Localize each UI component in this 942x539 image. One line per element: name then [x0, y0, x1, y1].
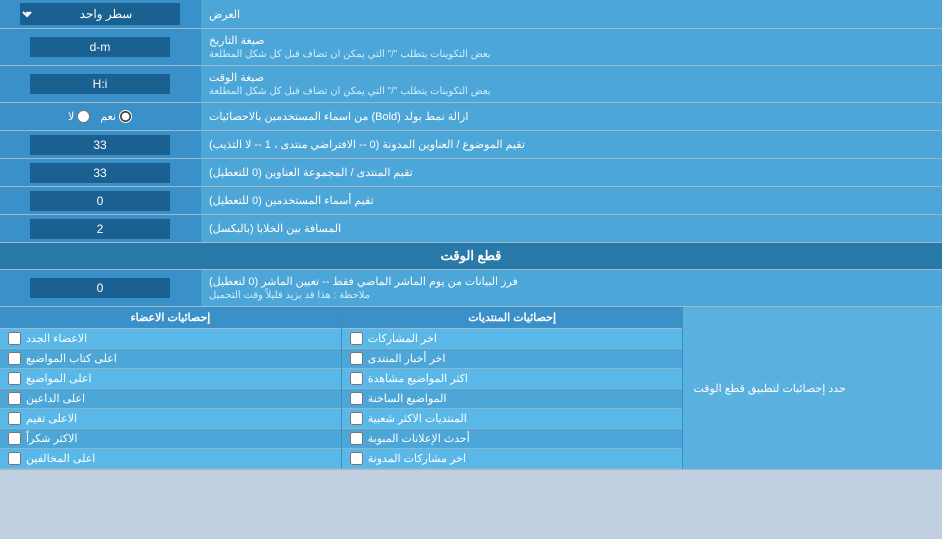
- stats-left-check-0[interactable]: [8, 332, 21, 345]
- stats-middle-item-0: اخر المشاركات: [342, 329, 683, 349]
- stats-left-check-4[interactable]: [8, 412, 21, 425]
- main-container: العرض سطر واحد متعدد صيغة التاريخ بعض ال…: [0, 0, 942, 470]
- display-label: العرض: [200, 0, 942, 28]
- stats-middle-item-4: المنتديات الاكثر شعبية: [342, 409, 683, 429]
- single-line-select[interactable]: سطر واحد متعدد: [20, 3, 180, 25]
- time-format-input-cell: [0, 66, 200, 102]
- users-order-row: تقيم أسماء المستخدمين (0 للتعطيل): [0, 187, 942, 215]
- stats-left-item-4: الاعلى تقيم: [0, 409, 341, 429]
- single-line-select-wrapper: سطر واحد متعدد: [20, 3, 180, 25]
- stats-middle-item-1: اخر أخبار المنتدى: [342, 349, 683, 369]
- forum-order-input-cell: [0, 159, 200, 186]
- stats-middle-check-2[interactable]: [350, 372, 363, 385]
- stats-middle-header: إحصائيات المنتديات: [342, 307, 683, 329]
- date-format-input[interactable]: [30, 37, 170, 57]
- display-input-cell: سطر واحد متعدد: [0, 0, 200, 28]
- time-format-label: صيغة الوقت بعض التكوينات يتطلب "/" التي …: [200, 66, 942, 102]
- bold-radio-group: نعم لا: [68, 110, 132, 123]
- bold-yes-radio[interactable]: [119, 110, 132, 123]
- stats-middle-check-5[interactable]: [350, 432, 363, 445]
- bold-remove-label: ازالة نمط بولد (Bold) من اسماء المستخدمي…: [200, 103, 942, 130]
- stats-middle-item-3: المواضيع الساخنة: [342, 389, 683, 409]
- stats-left-item-6: اعلى المخالفين: [0, 449, 341, 469]
- realtime-row: فرز البيانات من يوم الماشر الماضي فقط --…: [0, 270, 942, 307]
- stats-middle-check-3[interactable]: [350, 392, 363, 405]
- time-format-input[interactable]: [30, 74, 170, 94]
- stats-left-check-1[interactable]: [8, 352, 21, 365]
- topic-order-row: تقيم الموضوع / العناوين المدونة (0 -- ال…: [0, 131, 942, 159]
- stats-left-item-3: اعلى الداعين: [0, 389, 341, 409]
- stats-left-check-3[interactable]: [8, 392, 21, 405]
- forum-order-label: تقيم المنتدى / المجموعة العناوين (0 للتع…: [200, 159, 942, 186]
- stats-middle-item-2: اكثر المواضيع مشاهدة: [342, 369, 683, 389]
- distance-label: المسافة بين الخلايا (بالبكسل): [200, 215, 942, 242]
- realtime-input-cell: [0, 270, 200, 306]
- stats-left-item-0: الاعضاء الجدد: [0, 329, 341, 349]
- distance-row: المسافة بين الخلايا (بالبكسل): [0, 215, 942, 243]
- users-order-input-cell: [0, 187, 200, 214]
- stats-middle-col: إحصائيات المنتديات اخر المشاركات اخر أخب…: [341, 307, 683, 469]
- stats-left-item-1: اعلى كتاب المواضيع: [0, 349, 341, 369]
- realtime-input[interactable]: [30, 278, 170, 298]
- date-format-input-cell: [0, 29, 200, 65]
- forum-order-input[interactable]: [30, 163, 170, 183]
- stats-middle-check-6[interactable]: [350, 452, 363, 465]
- stats-middle-item-5: أحدث الإعلانات المبوبة: [342, 429, 683, 449]
- topic-order-input[interactable]: [30, 135, 170, 155]
- users-order-input[interactable]: [30, 191, 170, 211]
- distance-input-cell: [0, 215, 200, 242]
- bold-remove-input-cell: نعم لا: [0, 103, 200, 130]
- stats-middle-check-1[interactable]: [350, 352, 363, 365]
- bold-yes-label: نعم: [100, 110, 132, 123]
- forum-order-row: تقيم المنتدى / المجموعة العناوين (0 للتع…: [0, 159, 942, 187]
- stats-left-header: إحصائيات الاعضاء: [0, 307, 341, 329]
- bold-no-radio[interactable]: [77, 110, 90, 123]
- stats-left-item-2: اعلى المواضيع: [0, 369, 341, 389]
- stats-middle-item-6: اخر مشاركات المدونة: [342, 449, 683, 469]
- bold-remove-row: ازالة نمط بولد (Bold) من اسماء المستخدمي…: [0, 103, 942, 131]
- realtime-section-header: قطع الوقت: [0, 243, 942, 270]
- stats-left-check-6[interactable]: [8, 452, 21, 465]
- date-format-row: صيغة التاريخ بعض التكوينات يتطلب "/" الت…: [0, 29, 942, 66]
- stats-left-col: إحصائيات الاعضاء الاعضاء الجدد اعلى كتاب…: [0, 307, 341, 469]
- time-format-row: صيغة الوقت بعض التكوينات يتطلب "/" التي …: [0, 66, 942, 103]
- stats-middle-check-4[interactable]: [350, 412, 363, 425]
- topic-order-input-cell: [0, 131, 200, 158]
- distance-input[interactable]: [30, 219, 170, 239]
- display-row: العرض سطر واحد متعدد: [0, 0, 942, 29]
- stats-bottom-section: حدد إحصائيات لتطبيق قطع الوقت إحصائيات ا…: [0, 307, 942, 470]
- users-order-label: تقيم أسماء المستخدمين (0 للتعطيل): [200, 187, 942, 214]
- date-format-label: صيغة التاريخ بعض التكوينات يتطلب "/" الت…: [200, 29, 942, 65]
- stats-right-label: حدد إحصائيات لتطبيق قطع الوقت: [682, 307, 942, 469]
- bold-no-label: لا: [68, 110, 90, 123]
- stats-left-check-2[interactable]: [8, 372, 21, 385]
- realtime-label: فرز البيانات من يوم الماشر الماضي فقط --…: [200, 270, 942, 306]
- stats-middle-check-0[interactable]: [350, 332, 363, 345]
- stats-left-check-5[interactable]: [8, 432, 21, 445]
- topic-order-label: تقيم الموضوع / العناوين المدونة (0 -- ال…: [200, 131, 942, 158]
- stats-left-item-5: الاكثر شكراً: [0, 429, 341, 449]
